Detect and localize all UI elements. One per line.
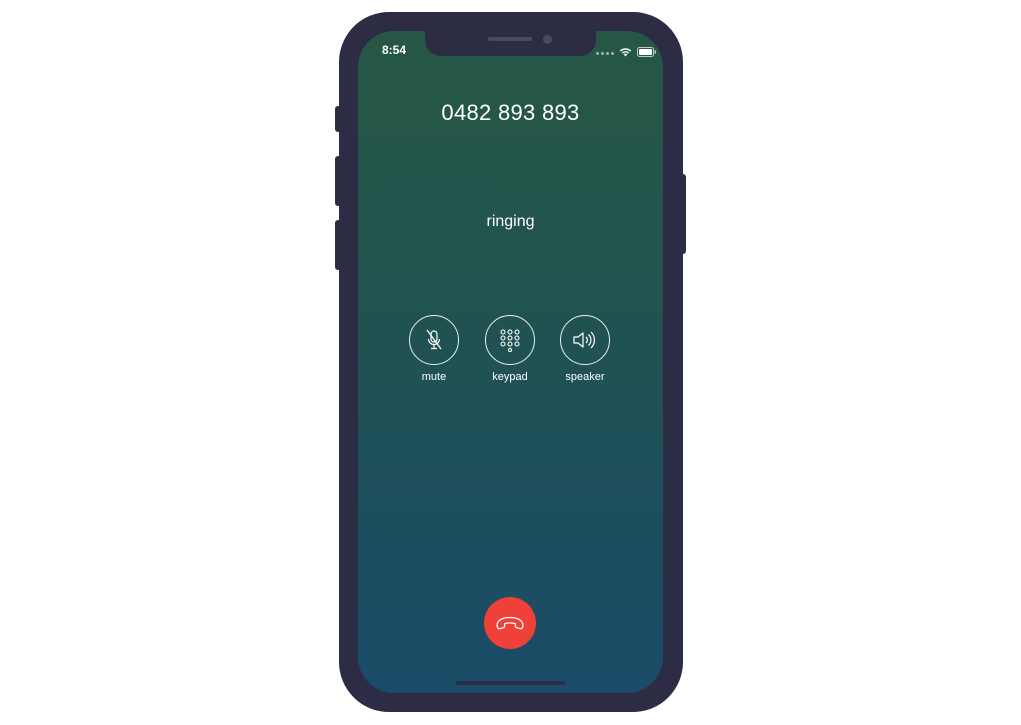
keypad-control[interactable]: keypad — [470, 315, 550, 383]
speaker-label: speaker — [565, 371, 605, 383]
mute-control[interactable]: mute — [394, 315, 474, 383]
keypad-button[interactable] — [485, 315, 535, 365]
signal-icon — [596, 51, 614, 55]
status-time: 8:54 — [382, 43, 407, 57]
end-call-button[interactable] — [484, 597, 536, 649]
keypad-label: keypad — [492, 371, 528, 383]
mute-button[interactable] — [409, 315, 459, 365]
keypad-icon — [500, 329, 520, 352]
front-camera — [543, 35, 552, 44]
home-indicator[interactable] — [456, 681, 565, 685]
hang-up-icon — [496, 616, 524, 630]
status-icons — [596, 44, 657, 62]
notch — [425, 31, 596, 56]
stage: 8:54 0482 893 893 ringing mute keypad sp… — [0, 0, 1021, 725]
speaker-icon — [573, 331, 595, 349]
microphone-muted-icon — [426, 329, 442, 350]
call-status: ringing — [486, 213, 535, 230]
speaker-control[interactable]: speaker — [545, 315, 625, 383]
earpiece-grill — [488, 37, 532, 41]
battery-icon — [637, 44, 657, 62]
mute-label: mute — [421, 371, 447, 383]
wifi-icon — [619, 44, 632, 62]
speaker-button[interactable] — [560, 315, 610, 365]
caller-number: 0482 893 893 — [441, 100, 580, 125]
